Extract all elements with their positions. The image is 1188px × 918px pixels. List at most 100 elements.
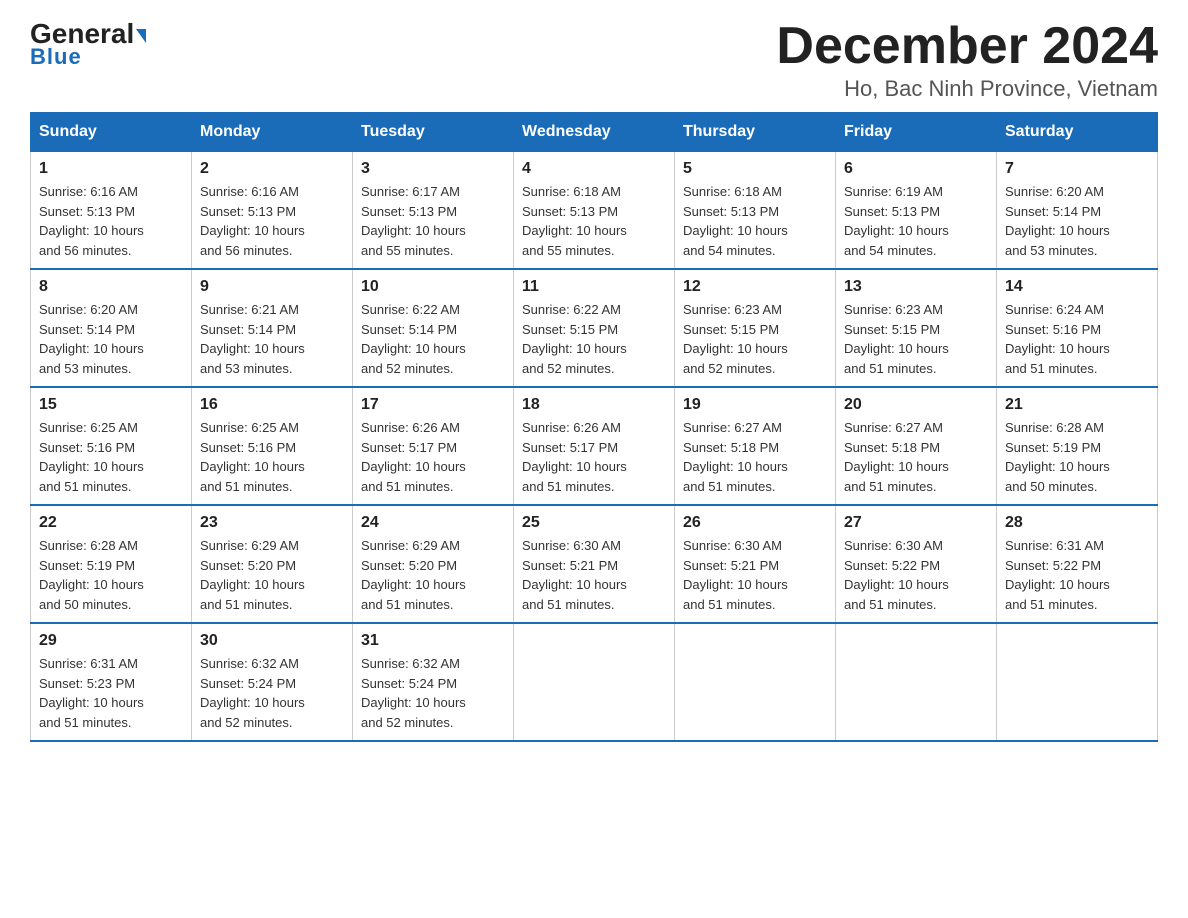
calendar-cell: 2Sunrise: 6:16 AM Sunset: 5:13 PM Daylig… bbox=[192, 152, 353, 270]
calendar-cell: 14 Sunrise: 6:24 AM Sunset: 5:16 PM Dayli… bbox=[997, 269, 1158, 387]
day-info: Sunrise: 6:20 AM Sunset: 5:14 PM Dayligh… bbox=[1005, 182, 1149, 260]
calendar-cell: 15Sunrise: 6:25 AM Sunset: 5:16 PM Dayli… bbox=[31, 387, 192, 505]
day-number: 31 bbox=[361, 632, 505, 650]
day-number: 1 bbox=[39, 160, 183, 178]
day-number: 12 bbox=[683, 278, 827, 296]
calendar-cell: 31Sunrise: 6:32 AM Sunset: 5:24 PM Dayli… bbox=[353, 623, 514, 741]
day-number: 19 bbox=[683, 396, 827, 414]
weekday-header-tuesday: Tuesday bbox=[353, 113, 514, 152]
title-area: December 2024 Ho, Bac Ninh Province, Vie… bbox=[776, 20, 1158, 102]
day-number: 22 bbox=[39, 514, 183, 532]
day-info: Sunrise: 6:29 AM Sunset: 5:20 PM Dayligh… bbox=[200, 536, 344, 614]
day-number: 14 bbox=[1005, 278, 1149, 296]
day-number: 7 bbox=[1005, 160, 1149, 178]
day-number: 20 bbox=[844, 396, 988, 414]
page-header: General Blue December 2024 Ho, Bac Ninh … bbox=[30, 20, 1158, 102]
day-info: Sunrise: 6:27 AM Sunset: 5:18 PM Dayligh… bbox=[844, 418, 988, 496]
day-info: Sunrise: 6:27 AM Sunset: 5:18 PM Dayligh… bbox=[683, 418, 827, 496]
calendar-cell bbox=[675, 623, 836, 741]
day-number: 18 bbox=[522, 396, 666, 414]
day-number: 23 bbox=[200, 514, 344, 532]
day-info: Sunrise: 6:18 AM Sunset: 5:13 PM Dayligh… bbox=[683, 182, 827, 260]
calendar-week-row: 22 Sunrise: 6:28 AM Sunset: 5:19 PM Dayli… bbox=[31, 505, 1158, 623]
weekday-header-row: SundayMondayTuesdayWednesdayThursdayFrid… bbox=[31, 113, 1158, 152]
calendar-cell: 3 Sunrise: 6:17 AM Sunset: 5:13 PM Daylig… bbox=[353, 152, 514, 270]
day-number: 25 bbox=[522, 514, 666, 532]
day-info: Sunrise: 6:28 AM Sunset: 5:19 PM Dayligh… bbox=[39, 536, 183, 614]
calendar-cell: 16 Sunrise: 6:25 AM Sunset: 5:16 PM Dayli… bbox=[192, 387, 353, 505]
day-number: 26 bbox=[683, 514, 827, 532]
calendar-cell: 19 Sunrise: 6:27 AM Sunset: 5:18 PM Dayli… bbox=[675, 387, 836, 505]
weekday-header-saturday: Saturday bbox=[997, 113, 1158, 152]
calendar-cell: 11Sunrise: 6:22 AM Sunset: 5:15 PM Dayli… bbox=[514, 269, 675, 387]
day-number: 21 bbox=[1005, 396, 1149, 414]
calendar-table: SundayMondayTuesdayWednesdayThursdayFrid… bbox=[30, 112, 1158, 742]
calendar-cell: 20 Sunrise: 6:27 AM Sunset: 5:18 PM Dayli… bbox=[836, 387, 997, 505]
calendar-week-row: 15Sunrise: 6:25 AM Sunset: 5:16 PM Dayli… bbox=[31, 387, 1158, 505]
calendar-cell: 7 Sunrise: 6:20 AM Sunset: 5:14 PM Daylig… bbox=[997, 152, 1158, 270]
day-info: Sunrise: 6:25 AM Sunset: 5:16 PM Dayligh… bbox=[39, 418, 183, 496]
day-info: Sunrise: 6:24 AM Sunset: 5:16 PM Dayligh… bbox=[1005, 300, 1149, 378]
day-info: Sunrise: 6:30 AM Sunset: 5:21 PM Dayligh… bbox=[522, 536, 666, 614]
calendar-cell: 28 Sunrise: 6:31 AM Sunset: 5:22 PM Dayli… bbox=[997, 505, 1158, 623]
calendar-cell: 13 Sunrise: 6:23 AM Sunset: 5:15 PM Dayli… bbox=[836, 269, 997, 387]
day-info: Sunrise: 6:17 AM Sunset: 5:13 PM Dayligh… bbox=[361, 182, 505, 260]
day-info: Sunrise: 6:31 AM Sunset: 5:22 PM Dayligh… bbox=[1005, 536, 1149, 614]
calendar-week-row: 1 Sunrise: 6:16 AM Sunset: 5:13 PM Daylig… bbox=[31, 152, 1158, 270]
day-info: Sunrise: 6:21 AM Sunset: 5:14 PM Dayligh… bbox=[200, 300, 344, 378]
day-info: Sunrise: 6:32 AM Sunset: 5:24 PM Dayligh… bbox=[200, 654, 344, 732]
calendar-cell bbox=[514, 623, 675, 741]
calendar-cell: 6 Sunrise: 6:19 AM Sunset: 5:13 PM Daylig… bbox=[836, 152, 997, 270]
day-info: Sunrise: 6:23 AM Sunset: 5:15 PM Dayligh… bbox=[844, 300, 988, 378]
day-number: 28 bbox=[1005, 514, 1149, 532]
day-number: 9 bbox=[200, 278, 344, 296]
weekday-header-monday: Monday bbox=[192, 113, 353, 152]
day-number: 8 bbox=[39, 278, 183, 296]
day-number: 17 bbox=[361, 396, 505, 414]
month-title: December 2024 bbox=[776, 20, 1158, 72]
day-number: 4 bbox=[522, 160, 666, 178]
calendar-cell bbox=[997, 623, 1158, 741]
day-number: 27 bbox=[844, 514, 988, 532]
day-info: Sunrise: 6:30 AM Sunset: 5:22 PM Dayligh… bbox=[844, 536, 988, 614]
day-info: Sunrise: 6:20 AM Sunset: 5:14 PM Dayligh… bbox=[39, 300, 183, 378]
calendar-cell: 1 Sunrise: 6:16 AM Sunset: 5:13 PM Daylig… bbox=[31, 152, 192, 270]
calendar-cell: 27 Sunrise: 6:30 AM Sunset: 5:22 PM Dayli… bbox=[836, 505, 997, 623]
day-info: Sunrise: 6:26 AM Sunset: 5:17 PM Dayligh… bbox=[522, 418, 666, 496]
weekday-header-thursday: Thursday bbox=[675, 113, 836, 152]
calendar-cell: 17Sunrise: 6:26 AM Sunset: 5:17 PM Dayli… bbox=[353, 387, 514, 505]
day-number: 5 bbox=[683, 160, 827, 178]
day-info: Sunrise: 6:22 AM Sunset: 5:15 PM Dayligh… bbox=[522, 300, 666, 378]
calendar-cell: 25 Sunrise: 6:30 AM Sunset: 5:21 PM Dayli… bbox=[514, 505, 675, 623]
weekday-header-sunday: Sunday bbox=[31, 113, 192, 152]
calendar-cell: 12Sunrise: 6:23 AM Sunset: 5:15 PM Dayli… bbox=[675, 269, 836, 387]
weekday-header-friday: Friday bbox=[836, 113, 997, 152]
day-info: Sunrise: 6:25 AM Sunset: 5:16 PM Dayligh… bbox=[200, 418, 344, 496]
calendar-cell: 18 Sunrise: 6:26 AM Sunset: 5:17 PM Dayli… bbox=[514, 387, 675, 505]
day-number: 30 bbox=[200, 632, 344, 650]
day-number: 3 bbox=[361, 160, 505, 178]
calendar-cell: 9 Sunrise: 6:21 AM Sunset: 5:14 PM Daylig… bbox=[192, 269, 353, 387]
day-number: 6 bbox=[844, 160, 988, 178]
logo: General Blue bbox=[30, 20, 146, 70]
calendar-cell: 4Sunrise: 6:18 AM Sunset: 5:13 PM Daylig… bbox=[514, 152, 675, 270]
day-number: 16 bbox=[200, 396, 344, 414]
calendar-cell: 21Sunrise: 6:28 AM Sunset: 5:19 PM Dayli… bbox=[997, 387, 1158, 505]
day-info: Sunrise: 6:16 AM Sunset: 5:13 PM Dayligh… bbox=[39, 182, 183, 260]
day-info: Sunrise: 6:19 AM Sunset: 5:13 PM Dayligh… bbox=[844, 182, 988, 260]
weekday-header-wednesday: Wednesday bbox=[514, 113, 675, 152]
logo-blue: Blue bbox=[30, 44, 82, 70]
calendar-cell bbox=[836, 623, 997, 741]
day-number: 13 bbox=[844, 278, 988, 296]
day-info: Sunrise: 6:29 AM Sunset: 5:20 PM Dayligh… bbox=[361, 536, 505, 614]
calendar-cell: 10 Sunrise: 6:22 AM Sunset: 5:14 PM Dayli… bbox=[353, 269, 514, 387]
day-number: 10 bbox=[361, 278, 505, 296]
calendar-cell: 23 Sunrise: 6:29 AM Sunset: 5:20 PM Dayli… bbox=[192, 505, 353, 623]
day-number: 29 bbox=[39, 632, 183, 650]
day-number: 24 bbox=[361, 514, 505, 532]
calendar-cell: 5 Sunrise: 6:18 AM Sunset: 5:13 PM Daylig… bbox=[675, 152, 836, 270]
calendar-cell: 24 Sunrise: 6:29 AM Sunset: 5:20 PM Dayli… bbox=[353, 505, 514, 623]
day-info: Sunrise: 6:22 AM Sunset: 5:14 PM Dayligh… bbox=[361, 300, 505, 378]
day-info: Sunrise: 6:30 AM Sunset: 5:21 PM Dayligh… bbox=[683, 536, 827, 614]
day-info: Sunrise: 6:16 AM Sunset: 5:13 PM Dayligh… bbox=[200, 182, 344, 260]
